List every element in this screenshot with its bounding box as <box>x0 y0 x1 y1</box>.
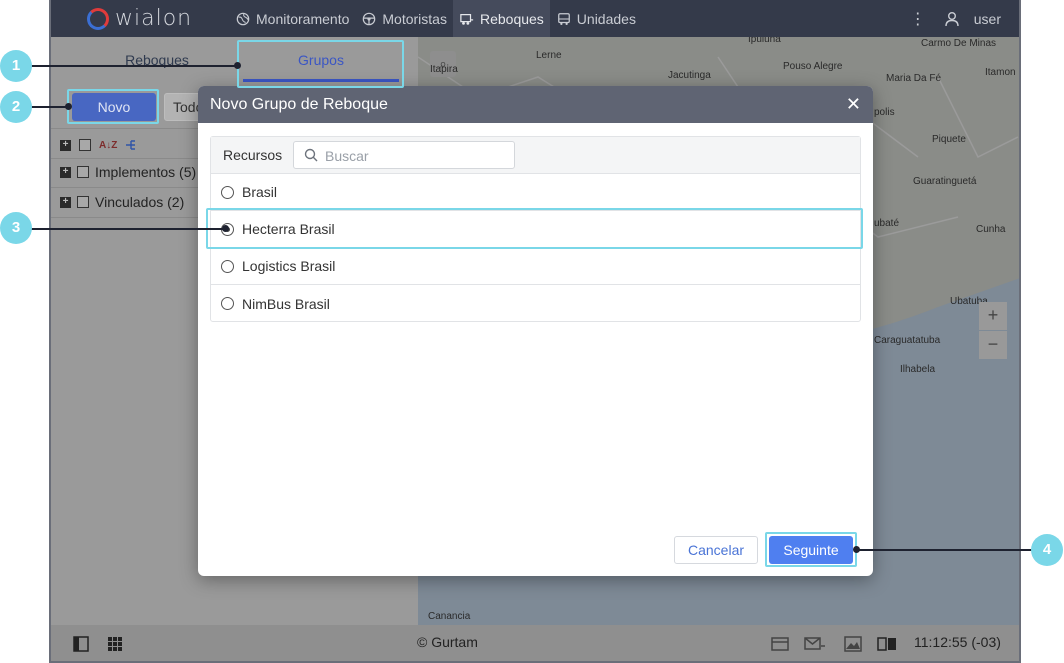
expand-icon[interactable]: + <box>60 196 71 208</box>
city-label: Maria Da Fé <box>886 73 942 84</box>
callout-dot <box>222 225 229 232</box>
stage: wialon Monitoramento Motoristas Reboques <box>0 0 1064 663</box>
sort-az-icon[interactable]: A↓Z <box>99 140 117 151</box>
callout-badge-4: 4 <box>1031 534 1063 566</box>
steering-wheel-icon <box>363 12 376 25</box>
nav-reboques[interactable]: Reboques <box>452 0 550 37</box>
highlight-selected-resource <box>206 208 863 249</box>
monitoring-panel-icon[interactable] <box>771 636 789 652</box>
resource-name: Logistics Brasil <box>242 258 336 274</box>
search-icon <box>304 148 318 162</box>
city-label: Piquete <box>932 134 966 145</box>
list-item[interactable]: NimBus Brasil <box>211 285 860 322</box>
list-toolbar: + A↓Z <box>60 137 141 153</box>
dialog-title: Novo Grupo de Reboque <box>210 96 388 113</box>
copyright: © Gurtam <box>417 634 478 650</box>
city-label: Caraguatatuba <box>874 335 941 346</box>
user-menu[interactable]: user <box>944 11 1001 27</box>
select-all-checkbox[interactable] <box>79 139 91 151</box>
callout-dot <box>65 103 72 110</box>
row-checkbox[interactable] <box>77 166 89 178</box>
nav-unidades[interactable]: Unidades <box>550 0 642 37</box>
callout-line <box>30 65 238 67</box>
footer-bar: © Gurtam 11:12:55 (-03) <box>51 625 1019 661</box>
new-trailer-group-dialog: Novo Grupo de Reboque ✕ Recursos Buscar … <box>198 86 873 576</box>
city-label: Ipuiuna <box>748 37 781 45</box>
user-icon <box>945 11 959 26</box>
group-label: Vinculados (2) <box>95 194 185 210</box>
callout-badge-2: 2 <box>0 91 32 123</box>
city-label: Itapira <box>430 64 458 75</box>
resources-label: Recursos <box>223 147 283 163</box>
cancel-button[interactable]: Cancelar <box>674 536 758 564</box>
nav-label: Unidades <box>576 10 636 27</box>
callout-badge-3: 3 <box>0 212 32 244</box>
city-label: polis <box>874 107 895 118</box>
nav-motoristas[interactable]: Motoristas <box>355 0 453 37</box>
globe-icon <box>236 12 250 25</box>
radio-button[interactable] <box>221 185 234 199</box>
image-icon[interactable] <box>844 636 862 652</box>
list-item[interactable]: Logistics Brasil <box>211 248 860 285</box>
resource-name: NimBus Brasil <box>242 295 330 312</box>
city-label: Ilhabela <box>900 364 936 375</box>
search-input[interactable]: Buscar <box>293 141 515 169</box>
callout-line <box>30 228 226 230</box>
apps-grid-icon[interactable] <box>107 636 123 652</box>
city-label: Jacutinga <box>668 70 711 81</box>
layout-icon[interactable] <box>877 636 897 652</box>
nav-monitoramento[interactable]: Monitoramento <box>229 0 355 37</box>
kebab-menu-icon[interactable]: ⋮ <box>910 9 926 29</box>
logo-text: wialon <box>115 6 193 31</box>
radio-button[interactable] <box>221 297 234 310</box>
city-label: Pouso Alegre <box>783 61 843 72</box>
logo-icon <box>87 7 109 30</box>
search-placeholder: Buscar <box>325 148 369 164</box>
wialon-logo[interactable]: wialon <box>87 6 192 31</box>
highlight-grupos-tab <box>237 40 404 88</box>
city-label: ubaté <box>874 218 900 229</box>
top-bar: wialon Monitoramento Motoristas Reboques <box>51 0 1019 37</box>
main-nav: Monitoramento Motoristas Reboques Unidad… <box>229 0 642 37</box>
list-item[interactable]: Brasil <box>211 174 860 211</box>
close-icon[interactable]: ✕ <box>846 86 861 123</box>
nav-label: Monitoramento <box>256 10 350 27</box>
callout-line <box>856 549 1036 551</box>
list-item[interactable]: + Implementos (5) <box>60 162 196 182</box>
panel-toggle-icon[interactable] <box>73 636 89 652</box>
list-item[interactable]: + Vinculados (2) <box>60 192 184 212</box>
radio-button[interactable] <box>221 259 234 273</box>
nav-label: Reboques <box>479 10 544 27</box>
city-label: Carmo De Minas <box>921 38 997 49</box>
expand-icon[interactable]: + <box>60 166 71 178</box>
callout-line <box>30 106 68 108</box>
bus-icon <box>557 12 570 25</box>
tab-reboques[interactable]: Reboques <box>71 37 243 85</box>
callout-badge-1: 1 <box>0 50 32 82</box>
callout-dot <box>234 62 241 69</box>
resources-header: Recursos Buscar <box>211 137 860 174</box>
mail-icon[interactable] <box>804 636 826 652</box>
callout-dot <box>853 546 860 553</box>
zoom-in-button[interactable]: + <box>979 302 1007 330</box>
clock: 11:12:55 (-03) <box>914 634 1001 650</box>
resource-name: Brasil <box>242 184 278 200</box>
row-checkbox[interactable] <box>77 196 89 208</box>
highlight-next-button <box>765 532 857 567</box>
city-label: Canancia <box>428 611 471 622</box>
expand-all-icon[interactable]: + <box>60 139 71 151</box>
dialog-header: Novo Grupo de Reboque ✕ <box>198 86 873 123</box>
city-label: Cunha <box>976 224 1006 235</box>
top-right-controls: ⋮ user <box>910 0 1001 37</box>
city-label: Lerne <box>536 50 562 61</box>
hierarchy-icon[interactable] <box>125 139 141 151</box>
city-label: Itamon <box>985 67 1016 78</box>
zoom-out-button[interactable]: − <box>979 331 1007 359</box>
city-label: Guaratinguetá <box>913 176 977 187</box>
user-name: user <box>973 10 1001 27</box>
nav-label: Motoristas <box>382 10 447 27</box>
trailer-icon <box>460 13 474 25</box>
group-label: Implementos (5) <box>95 164 197 180</box>
highlight-new-button <box>67 89 159 124</box>
